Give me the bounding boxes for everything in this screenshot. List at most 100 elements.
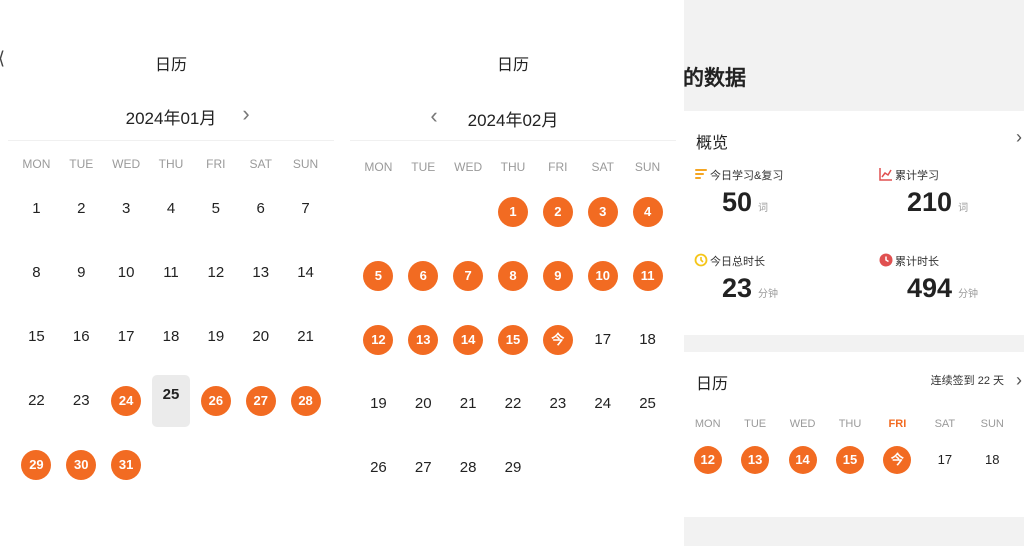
day-cell[interactable]: 23 xyxy=(59,369,104,433)
day-number: 1 xyxy=(497,197,528,227)
day-number: 25 xyxy=(151,375,190,427)
day-cell[interactable]: 27 xyxy=(238,369,283,433)
day-cell[interactable]: 5 xyxy=(356,244,401,308)
day-cell[interactable]: 15 xyxy=(491,308,536,372)
day-cell[interactable]: 18 xyxy=(149,305,194,369)
day-cell[interactable]: 12 xyxy=(356,308,401,372)
day-cell[interactable]: 17 xyxy=(921,446,968,474)
day-cell[interactable]: 18 xyxy=(625,308,670,372)
weekday-header: TUE xyxy=(744,418,767,430)
prev-month-arrow-icon[interactable]: ‹ xyxy=(422,103,446,131)
day-cell[interactable]: 17 xyxy=(580,308,625,372)
day-cell[interactable]: 7 xyxy=(446,244,491,308)
day-cell[interactable]: 11 xyxy=(149,241,194,305)
day-cell[interactable]: 1 xyxy=(14,177,59,241)
day-number: 28 xyxy=(290,386,321,416)
day-cell[interactable]: 26 xyxy=(193,369,238,433)
chevron-right-icon[interactable]: › xyxy=(1016,370,1022,391)
day-cell[interactable]: 9 xyxy=(535,244,580,308)
day-cell[interactable]: 25 xyxy=(625,372,670,436)
day-cell[interactable]: 14 xyxy=(779,446,826,474)
day-cell[interactable]: 12 xyxy=(684,446,731,474)
day-number: 30 xyxy=(66,450,97,480)
day-cell[interactable]: 今 xyxy=(874,446,921,474)
day-cell[interactable]: 4 xyxy=(149,177,194,241)
day-number: 24 xyxy=(594,395,612,412)
weekday-header: FRI xyxy=(206,157,226,171)
page-title: 日历 xyxy=(154,57,187,74)
day-number: 13 xyxy=(408,325,439,355)
weekday-header: SAT xyxy=(591,160,614,174)
day-cell[interactable]: 29 xyxy=(491,436,536,500)
day-cell[interactable]: 22 xyxy=(14,369,59,433)
day-cell[interactable]: 11 xyxy=(625,244,670,308)
day-cell[interactable]: 5 xyxy=(193,177,238,241)
day-cell[interactable]: 8 xyxy=(14,241,59,305)
weekday-header: THU xyxy=(838,418,862,430)
calendar-grid: MON TUE WED THU FRI SAT SUN 1 2 3 4 5 6 7 8 9 10 11 12 13 14… xyxy=(14,157,328,497)
day-cell[interactable]: 7 xyxy=(283,177,328,241)
day-cell[interactable]: 20 xyxy=(238,305,283,369)
day-number: 18 xyxy=(639,331,656,348)
day-cell[interactable]: 12 xyxy=(193,241,238,305)
day-cell[interactable]: 25 xyxy=(149,369,194,433)
day-cell[interactable]: 18 xyxy=(969,446,1016,474)
divider xyxy=(8,140,334,141)
day-cell[interactable]: 9 xyxy=(59,241,104,305)
day-cell[interactable]: 21 xyxy=(283,305,328,369)
next-month-arrow-icon[interactable]: › xyxy=(234,101,258,129)
day-number: 10 xyxy=(587,261,618,291)
day-cell[interactable]: 15 xyxy=(826,446,873,474)
weekday-header: SUN xyxy=(292,157,319,171)
day-number: 1 xyxy=(32,200,41,217)
day-cell[interactable]: 3 xyxy=(580,180,625,244)
day-cell[interactable]: 19 xyxy=(193,305,238,369)
day-cell[interactable]: 今 xyxy=(535,308,580,372)
day-cell[interactable]: 21 xyxy=(446,372,491,436)
day-cell[interactable]: 17 xyxy=(104,305,149,369)
day-cell[interactable]: 15 xyxy=(14,305,59,369)
day-cell[interactable]: 14 xyxy=(283,241,328,305)
chevron-right-icon[interactable]: › xyxy=(1016,127,1022,148)
weekday-header: SAT xyxy=(249,157,272,171)
day-cell[interactable]: 2 xyxy=(535,180,580,244)
day-number: 21 xyxy=(297,328,314,345)
day-cell[interactable]: 10 xyxy=(580,244,625,308)
day-cell[interactable]: 20 xyxy=(401,372,446,436)
day-number: 12 xyxy=(693,446,722,474)
streak-text: 连续签到 22 天 xyxy=(930,375,1004,387)
day-cell[interactable]: 13 xyxy=(401,308,446,372)
day-cell[interactable]: 26 xyxy=(356,436,401,500)
day-cell[interactable]: 3 xyxy=(104,177,149,241)
empty-day-cell xyxy=(356,180,401,244)
day-cell[interactable]: 22 xyxy=(491,372,536,436)
day-cell[interactable]: 31 xyxy=(104,433,149,497)
divider xyxy=(350,140,676,141)
day-cell[interactable]: 2 xyxy=(59,177,104,241)
weekday-header: TUE xyxy=(69,157,94,171)
day-cell[interactable]: 27 xyxy=(401,436,446,500)
day-cell[interactable]: 29 xyxy=(14,433,59,497)
day-cell[interactable]: 23 xyxy=(535,372,580,436)
day-cell[interactable]: 6 xyxy=(238,177,283,241)
day-cell[interactable]: 10 xyxy=(104,241,149,305)
calendar-card[interactable]: 日历 连续签到 22 天 › MON TUE WED THU FRI SAT SUN 12 1… xyxy=(684,352,1024,517)
page-title: 我的数据 xyxy=(684,67,746,90)
day-cell[interactable]: 28 xyxy=(283,369,328,433)
day-cell[interactable]: 13 xyxy=(238,241,283,305)
day-number: 今 xyxy=(883,446,912,474)
stat-unit: 分钟 xyxy=(758,289,779,300)
day-cell[interactable]: 16 xyxy=(59,305,104,369)
day-cell[interactable]: 4 xyxy=(625,180,670,244)
day-cell[interactable]: 24 xyxy=(104,369,149,433)
day-cell[interactable]: 13 xyxy=(731,446,778,474)
day-cell[interactable]: 8 xyxy=(491,244,536,308)
day-cell[interactable]: 28 xyxy=(446,436,491,500)
day-cell[interactable]: 30 xyxy=(59,433,104,497)
day-cell[interactable]: 24 xyxy=(580,372,625,436)
day-cell[interactable]: 14 xyxy=(446,308,491,372)
day-number: 19 xyxy=(207,328,225,345)
day-cell[interactable]: 6 xyxy=(401,244,446,308)
day-cell[interactable]: 1 xyxy=(491,180,536,244)
day-cell[interactable]: 19 xyxy=(356,372,401,436)
